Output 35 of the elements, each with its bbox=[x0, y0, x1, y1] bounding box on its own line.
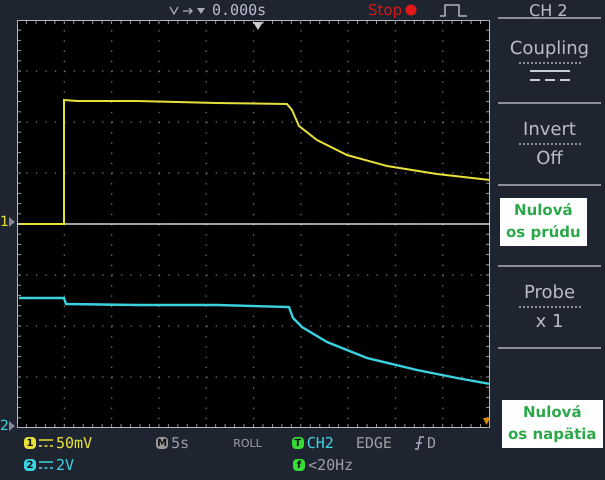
menu-value: x 1 bbox=[536, 310, 564, 332]
channel-scale: 50mV bbox=[56, 434, 92, 452]
dc-coupling-icon bbox=[528, 67, 572, 84]
channel-scale: 2V bbox=[56, 456, 74, 474]
channel-badge: 2 bbox=[24, 459, 36, 471]
annotation-label: Nulová os napätia bbox=[502, 400, 603, 448]
dc-coupling-icon bbox=[39, 438, 53, 448]
menu-item[interactable]: Probe x 1 bbox=[498, 265, 601, 347]
menu-value: Off bbox=[536, 148, 563, 170]
channel-badge: 1 bbox=[24, 437, 36, 449]
trigger-marker-icon bbox=[253, 22, 263, 30]
pulse-icon bbox=[439, 3, 470, 17]
rising-edge-icon bbox=[414, 436, 424, 450]
trigger-slope: D bbox=[426, 434, 436, 452]
trigger-type: EDGE bbox=[356, 434, 392, 452]
trigger-source: CH2 bbox=[306, 434, 334, 452]
menu-item[interactable]: Coupling bbox=[498, 17, 601, 102]
timebase-badge: M bbox=[156, 437, 168, 449]
menu-item[interactable]: Invert Off bbox=[498, 102, 601, 184]
stop-dot-icon bbox=[405, 4, 418, 16]
level-marker-icon bbox=[483, 418, 490, 425]
trigger-position-icon bbox=[168, 4, 208, 16]
dc-coupling-icon bbox=[39, 460, 53, 470]
filter-badge: f bbox=[293, 459, 306, 471]
trigger-filter: <20Hz bbox=[308, 456, 354, 474]
timebase-value: 5s bbox=[171, 434, 190, 452]
annotation-label: Nulová os prúdu bbox=[500, 198, 587, 246]
trigger-position: 0.000s bbox=[212, 1, 266, 19]
run-state: Stop bbox=[368, 1, 402, 19]
trigger-badge: T bbox=[292, 437, 304, 449]
menu-label: Probe bbox=[524, 282, 576, 303]
menu-label: Invert bbox=[523, 119, 576, 140]
channel-title: CH 2 bbox=[529, 0, 568, 20]
menu-label: Coupling bbox=[510, 38, 590, 60]
acquisition-mode: ROLL bbox=[233, 436, 262, 450]
